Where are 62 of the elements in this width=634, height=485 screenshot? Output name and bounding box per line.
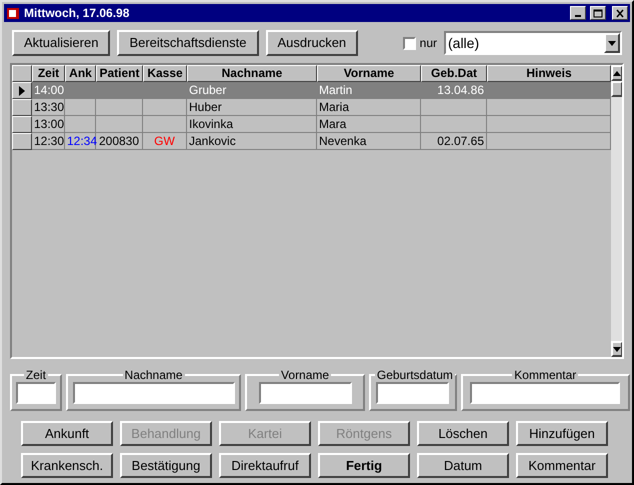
maximize-button[interactable] [590,6,606,20]
table-cell: 12:34 [65,133,96,150]
action-button[interactable]: Fertig [318,453,410,478]
row-indicator[interactable] [12,116,32,133]
minimize-icon [575,15,581,17]
app-icon [6,6,20,20]
column-header[interactable]: Kasse [143,65,187,82]
column-header[interactable]: Geb.Dat [421,65,487,82]
action-button[interactable]: Krankensch. [21,453,113,478]
column-header[interactable]: Nachname [187,65,317,82]
action-button[interactable]: Löschen [417,421,509,446]
scroll-up-icon[interactable] [611,65,622,81]
row-indicator[interactable] [12,99,32,116]
filter-label: nur [420,35,437,52]
vertical-scrollbar[interactable] [611,65,622,357]
column-header[interactable]: Zeit [32,65,65,82]
toolbar-button[interactable]: Bereitschaftsdienste [117,30,259,56]
field-label: Zeit [24,369,47,381]
action-button[interactable]: Bestätigung [120,453,212,478]
window-title: Mittwoch, 17.06.98 [24,5,130,22]
action-button[interactable]: Hinzufügen [516,421,608,446]
table-cell: 12:30 [32,133,65,150]
column-header[interactable]: Vorname [317,65,421,82]
scroll-down-icon[interactable] [611,341,622,357]
dropdown-value: (alle) [447,34,480,53]
column-header[interactable]: Hinweis [487,65,611,82]
table-cell: Jankovic [187,133,317,150]
scroll-thumb[interactable] [611,81,622,97]
input-field[interactable] [258,382,352,404]
row-indicator[interactable] [12,82,32,99]
action-button[interactable]: Kommentar [516,453,608,478]
filter-checkbox[interactable] [402,36,416,50]
field-label: Kommentar [513,369,578,381]
close-button[interactable] [612,6,628,20]
table-row[interactable]: 14:00 Gruber Martin 13.04.86 [12,82,611,99]
filter-dropdown[interactable]: (alle) [444,31,622,55]
table-cell: Nevenka [317,133,421,150]
field-label: Geburtsdatum [376,369,454,381]
action-button[interactable]: Direktaufruf [219,453,311,478]
toolbar-button[interactable]: Aktualisieren [12,30,110,56]
table-row[interactable]: 13:30 Huber Maria [12,99,611,116]
input-field[interactable] [376,382,450,404]
input-field[interactable] [72,382,235,404]
minimize-button[interactable] [570,6,586,20]
field-label: Nachname [124,369,184,381]
table-cell: 02.07.65 [421,133,487,150]
input-field[interactable] [16,382,56,404]
table-cell: 200830 [96,133,143,150]
field-label: Vorname [280,369,330,381]
table-row[interactable]: 12:30 12:34 200830 GW Jankovic Nevenka 02.07.65 [12,133,611,150]
maximize-icon [593,8,603,18]
current-row-icon [19,86,25,96]
action-button[interactable]: Datum [417,453,509,478]
action-button[interactable]: Ankunft [21,421,113,446]
column-header[interactable]: Patient [96,65,143,82]
input-field[interactable] [470,382,620,404]
close-icon [615,8,625,18]
table-cell: GW [143,133,187,150]
column-header[interactable]: Ank [65,65,96,82]
table-row[interactable]: 13:00 Ikovinka Mara [12,116,611,133]
toolbar-button[interactable]: Ausdrucken [266,30,358,56]
row-indicator[interactable] [12,133,32,150]
